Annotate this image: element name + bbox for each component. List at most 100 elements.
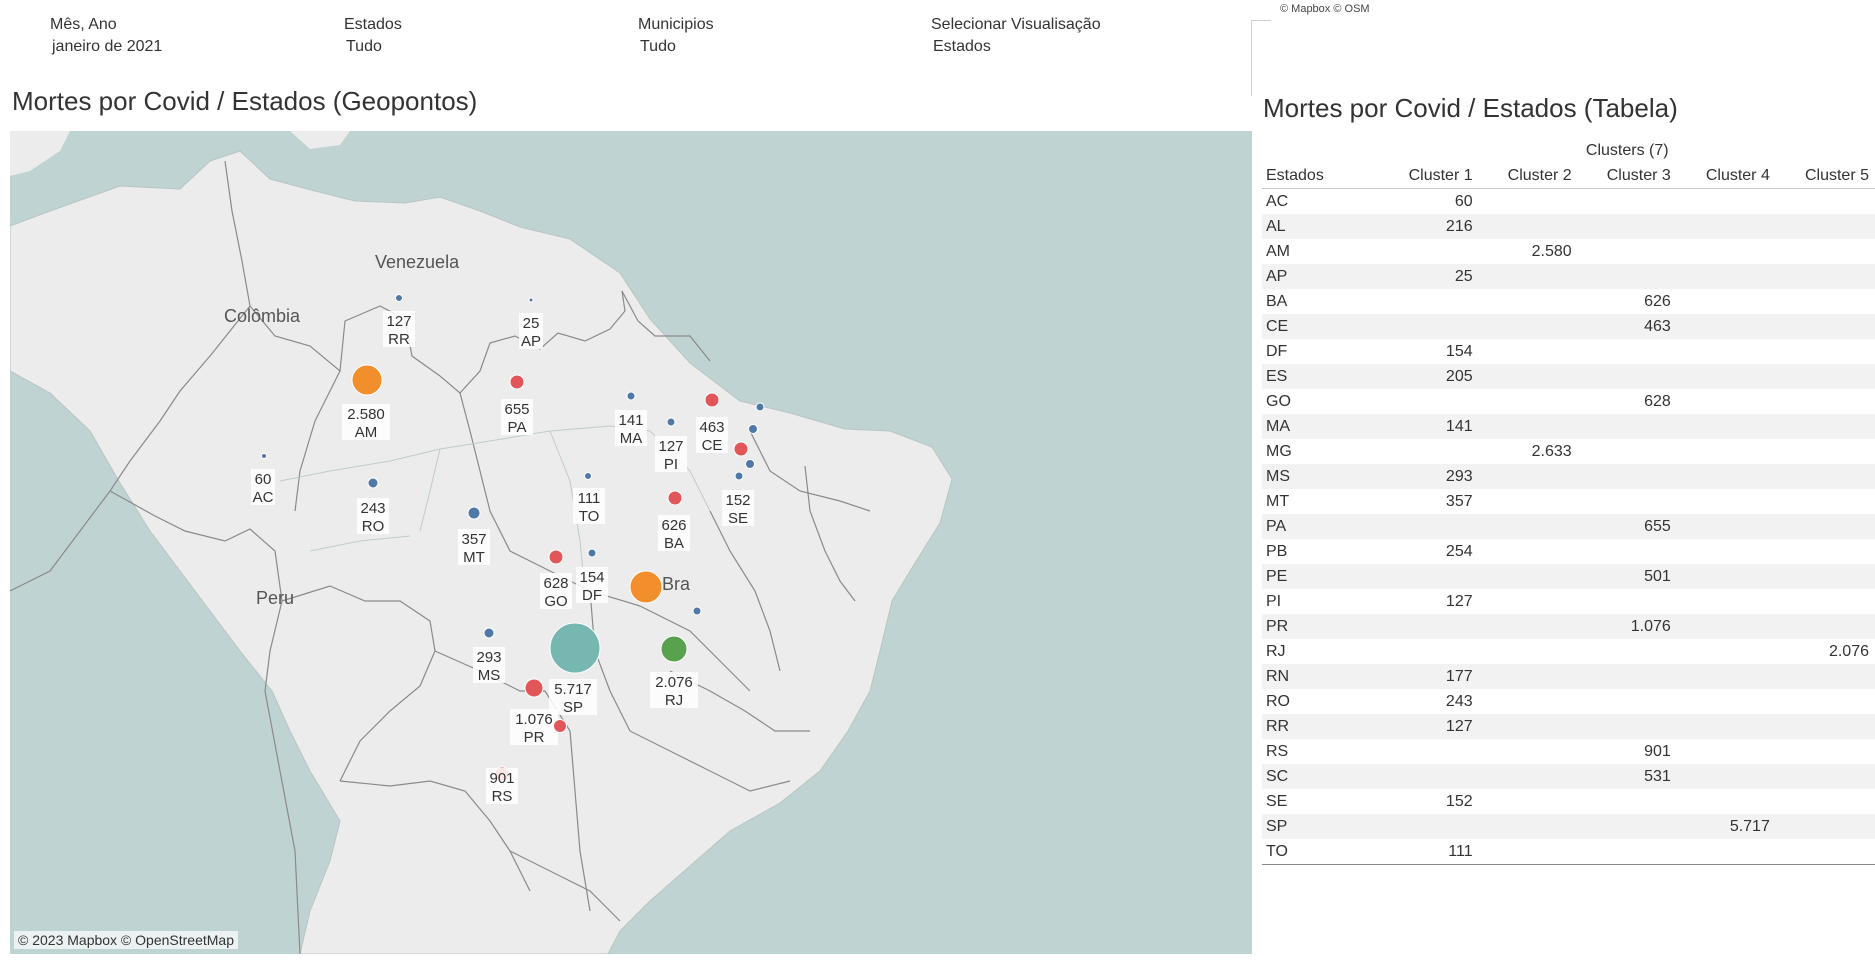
marker-ro[interactable] — [367, 477, 379, 489]
marker-ce[interactable] — [704, 392, 720, 408]
marker-ba[interactable] — [667, 490, 683, 506]
state-cell: AM — [1266, 242, 1290, 260]
map-panel[interactable]: Venezuela Colômbia Peru Bra 127 RR 25 AP 2.5… — [10, 131, 1252, 954]
value-cell — [1478, 264, 1578, 289]
table-row[interactable]: RS 901 — [1262, 739, 1875, 764]
marker-pi[interactable] — [666, 417, 676, 427]
value-cell — [1776, 439, 1875, 464]
value-cell — [1676, 839, 1776, 865]
marker-label-ma: 141MA — [615, 410, 647, 447]
column-header[interactable]: Cluster 5 — [1775, 163, 1875, 189]
value-cell: 127 — [1379, 714, 1479, 739]
table-row[interactable]: RR 127 — [1262, 714, 1875, 739]
marker-ac[interactable] — [261, 453, 267, 459]
value-cell — [1775, 464, 1875, 489]
state-cell: DF — [1266, 342, 1288, 360]
marker-pa[interactable] — [509, 374, 525, 390]
marker-state: MT — [463, 549, 485, 566]
table-row[interactable]: AC 60 — [1262, 189, 1875, 215]
table-row[interactable]: PE 501 — [1262, 564, 1875, 589]
marker-ma[interactable] — [626, 391, 636, 401]
marker-al[interactable] — [745, 459, 755, 469]
marker-state: AP — [521, 333, 541, 350]
filter-states[interactable]: Estados Tudo — [344, 16, 604, 56]
marker-df[interactable] — [587, 548, 597, 558]
table-row[interactable]: RJ 2.076 — [1262, 639, 1875, 664]
table-row[interactable]: AP 25 — [1262, 264, 1875, 289]
filter-value[interactable]: Tudo — [638, 38, 898, 56]
table-row[interactable]: BA 626 — [1262, 289, 1875, 314]
table-row[interactable]: SP 5.717 — [1262, 814, 1875, 839]
column-header[interactable]: Cluster 1 — [1379, 163, 1479, 189]
value-cell — [1577, 839, 1677, 865]
marker-pb[interactable] — [748, 424, 758, 434]
marker-value: 25 — [523, 315, 540, 332]
value-cell — [1677, 439, 1776, 464]
marker-mg[interactable] — [629, 570, 663, 604]
table-row[interactable]: MS 293 — [1262, 464, 1875, 489]
state-cell: RO — [1266, 692, 1290, 710]
table-row[interactable]: MT 357 — [1262, 489, 1875, 514]
table-row[interactable]: SC 531 — [1262, 764, 1875, 789]
column-header[interactable]: Cluster 3 — [1577, 163, 1677, 189]
filter-view-selector[interactable]: Selecionar Visualisação Estados — [931, 16, 1191, 56]
table-row[interactable]: PI 127 — [1262, 589, 1875, 614]
marker-go[interactable] — [548, 549, 564, 565]
table-row[interactable]: DF 154 — [1262, 339, 1875, 364]
filter-value[interactable]: janeiro de 2021 — [50, 38, 310, 56]
filter-label: Selecionar Visualisação — [931, 16, 1101, 33]
table-row[interactable]: AM 2.580 — [1262, 239, 1875, 264]
map-canvas[interactable]: Venezuela Colômbia Peru Bra 127RR25AP2.5… — [10, 131, 1252, 954]
filter-municipalities[interactable]: Municipios Tudo — [638, 16, 898, 56]
marker-sc[interactable] — [553, 719, 567, 733]
value-cell — [1676, 264, 1776, 289]
column-header[interactable]: Cluster 4 — [1676, 163, 1776, 189]
state-cell: PE — [1262, 564, 1380, 589]
marker-am[interactable] — [351, 364, 383, 396]
filter-value[interactable]: Estados — [931, 38, 1191, 56]
marker-state: PI — [664, 456, 678, 473]
table-row[interactable]: ES 205 — [1262, 364, 1875, 389]
table-row[interactable]: AL 216 — [1262, 214, 1875, 239]
table-row[interactable]: SE 152 — [1262, 789, 1875, 814]
column-header[interactable]: Cluster 2 — [1478, 163, 1578, 189]
value-cell — [1478, 614, 1578, 639]
value-cell: 154 — [1445, 342, 1473, 360]
marker-pe[interactable] — [733, 441, 749, 457]
table-row[interactable]: TO 111 — [1262, 839, 1875, 865]
value-cell — [1578, 639, 1677, 664]
marker-label-pr: 1.076PR — [510, 709, 558, 746]
marker-rr[interactable] — [395, 294, 403, 302]
table-row[interactable]: RN 177 — [1262, 664, 1875, 689]
table-row[interactable]: MG 2.633 — [1262, 439, 1875, 464]
table-row[interactable]: PR 1.076 — [1262, 614, 1875, 639]
marker-state: AM — [355, 424, 378, 441]
marker-se[interactable] — [734, 471, 744, 481]
marker-label-to: 111TO — [573, 488, 605, 525]
filter-month-year[interactable]: Mês, Ano janeiro de 2021 — [50, 16, 310, 56]
marker-mt[interactable] — [467, 506, 481, 520]
value-cell — [1677, 739, 1776, 764]
marker-value: 127 — [658, 438, 683, 455]
marker-pr[interactable] — [524, 678, 544, 698]
marker-ap[interactable] — [528, 297, 534, 303]
value-cell — [1578, 589, 1677, 614]
table-row[interactable]: RO 243 — [1262, 689, 1875, 714]
marker-label-ro: 243RO — [357, 498, 389, 535]
marker-ms[interactable] — [483, 627, 495, 639]
marker-value: 127 — [386, 313, 411, 330]
table-row[interactable]: PA 655 — [1262, 514, 1875, 539]
value-cell — [1775, 214, 1875, 239]
table-row[interactable]: PB 254 — [1262, 539, 1875, 564]
value-cell — [1380, 739, 1479, 764]
marker-rn[interactable] — [755, 402, 765, 412]
table-row[interactable]: CE 463 — [1262, 314, 1875, 339]
marker-rj[interactable] — [660, 635, 688, 663]
table-row[interactable]: MA 141 — [1262, 414, 1875, 439]
marker-sp[interactable] — [549, 622, 601, 674]
filter-value[interactable]: Tudo — [344, 38, 604, 56]
marker-es[interactable] — [692, 606, 702, 616]
value-cell — [1677, 689, 1776, 714]
marker-to[interactable] — [584, 472, 592, 480]
table-row[interactable]: GO 628 — [1262, 389, 1875, 414]
